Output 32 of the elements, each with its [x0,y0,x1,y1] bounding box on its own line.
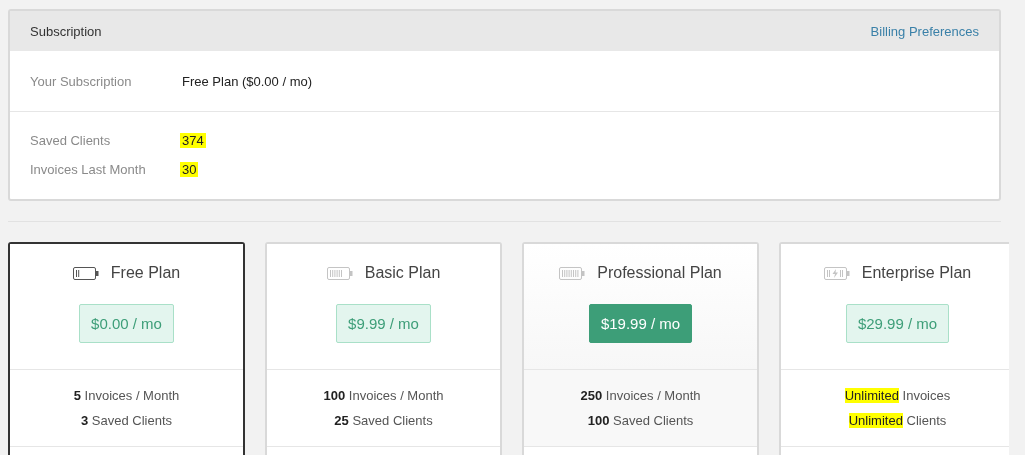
plan-name: Free Plan [110,264,181,282]
stat-label: Saved Clients [30,132,112,148]
plan-price: $29.99 / mo [845,304,950,343]
plan-price: $0.00 / mo [79,304,174,343]
plan-feature: 5 Invoices / Month [73,388,180,403]
plan-price: $9.99 / mo [336,304,431,343]
plan-name: Basic Plan [364,264,441,282]
stat-value: 30 [180,161,199,177]
plan-price: $19.99 / mo [588,304,693,343]
plan-feature: 3 Saved Clients [80,413,173,428]
card-title: Subscription [30,23,102,39]
plan-card[interactable]: Free Plan $0.00 / mo 5 Invoices / Month 3 Saved Clients [8,242,245,455]
plan-feature: 250 Invoices / Month [580,388,701,403]
plan-feature: 100 Invoices / Month [323,388,444,403]
field-value: Free Plan ($0.00 / mo) [181,73,314,89]
stat-value: 374 [180,132,206,148]
plan-feature: Unlimited Invoices [844,388,951,403]
plan-card[interactable]: Enterprise Plan $29.99 / mo Unlimited Invoices Unlimited Clients [779,242,1009,455]
battery-icon [559,266,586,280]
stat-label: Invoices Last Month [30,161,147,177]
plan-feature: 25 Saved Clients [334,413,433,428]
plan-card[interactable]: Basic Plan $9.99 / mo 100 Invoices / Month 25 Saved Clients [265,242,502,455]
billing-preferences-link[interactable]: Billing Preferences [870,23,979,39]
plan-feature: 100 Saved Clients [587,413,694,428]
plan-name: Enterprise Plan [861,264,972,282]
field-label: Your Subscription [30,73,133,89]
plan-feature: Unlimited Clients [848,413,947,428]
battery-icon [823,266,850,280]
battery-icon [72,266,99,280]
plan-card[interactable]: Professional Plan $19.99 / mo 250 Invoices / Month 100 Saved Clients [522,242,759,455]
plan-name: Professional Plan [597,264,722,282]
battery-icon [326,266,353,280]
